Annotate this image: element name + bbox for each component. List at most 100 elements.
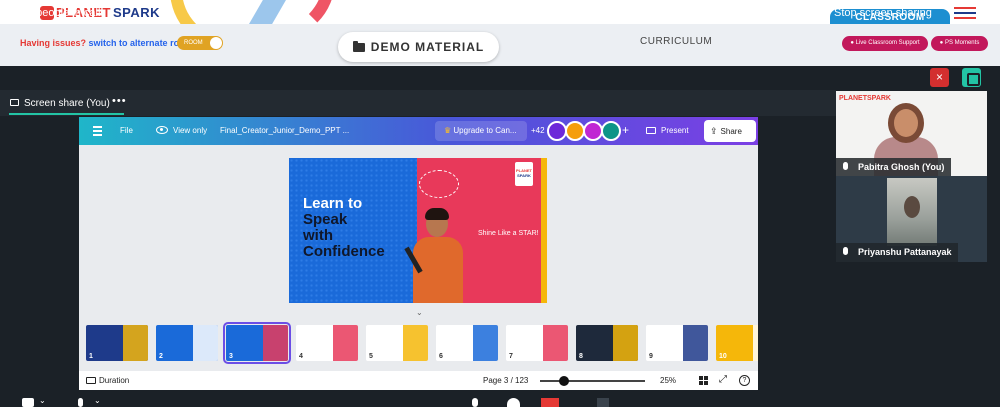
gear-icon[interactable]: ⚙ bbox=[9, 7, 19, 20]
slide-thumbnail[interactable]: 5 bbox=[366, 325, 428, 361]
slide-thumbnail[interactable]: 3 bbox=[223, 322, 291, 364]
view-only-label[interactable]: View only bbox=[173, 126, 207, 135]
present-label: Present bbox=[661, 126, 689, 135]
thumbnail-number: 10 bbox=[719, 353, 727, 360]
slide-title-line: Speak bbox=[303, 211, 348, 228]
slide-thumbnail[interactable]: 2 bbox=[156, 325, 218, 361]
thumbnail-accent bbox=[753, 325, 758, 361]
slide-logo: PLANET SPARK bbox=[515, 162, 533, 186]
microphone-icon bbox=[843, 162, 848, 170]
canva-bottom-bar: Duration Page 3 / 123 25% ⤢ ? bbox=[79, 371, 758, 390]
call-bar bbox=[0, 66, 1000, 90]
thumbnail-number: 4 bbox=[299, 353, 303, 360]
zoom-slider[interactable] bbox=[540, 380, 645, 382]
microphone-icon[interactable] bbox=[78, 398, 83, 407]
slide-thumbnail[interactable]: 1 bbox=[86, 325, 148, 361]
thumbnail-number: 5 bbox=[369, 353, 373, 360]
slide-thumbnail[interactable]: 10 bbox=[716, 325, 758, 361]
hamburger-menu-icon[interactable] bbox=[954, 7, 976, 19]
camera-icon[interactable] bbox=[22, 398, 34, 407]
thumbnail-number: 8 bbox=[579, 353, 583, 360]
thumbnail-accent bbox=[193, 325, 218, 361]
thumbnail-number: 9 bbox=[649, 353, 653, 360]
whiteboard-icon[interactable] bbox=[541, 398, 559, 407]
live-classroom-support-button[interactable]: ● Live Classroom Support bbox=[842, 36, 928, 51]
canva-toolbar: File View only Final_Creator_Junior_Demo… bbox=[79, 117, 758, 145]
upgrade-label: Upgrade to Can... bbox=[453, 126, 517, 135]
slide-title-line: Confidence bbox=[303, 243, 385, 260]
slide-title: Learn to Speak with Confidence bbox=[303, 196, 413, 260]
more-icon[interactable] bbox=[597, 398, 609, 407]
participant-name-text: Priyanshu Pattanayak bbox=[858, 247, 952, 257]
slide-logo-text: SPARK bbox=[517, 173, 531, 178]
thumbnail-accent bbox=[473, 325, 498, 361]
slide-title-line: Learn to bbox=[303, 195, 363, 212]
canva-menu-icon[interactable] bbox=[93, 126, 102, 138]
ps-moments-label: PS Moments bbox=[944, 40, 980, 46]
slide-thumbnail[interactable]: 7 bbox=[506, 325, 568, 361]
add-collaborator-icon[interactable]: + bbox=[622, 123, 629, 137]
share-label: Share bbox=[720, 127, 742, 136]
zoom-level: 25% bbox=[660, 376, 677, 385]
chevron-down-icon[interactable]: ⌄ bbox=[416, 308, 423, 317]
slide-thumbnail[interactable]: 8 bbox=[576, 325, 638, 361]
eye-icon bbox=[156, 126, 168, 134]
participant-name-text: Pabitra Ghosh (You) bbox=[858, 162, 945, 172]
current-slide[interactable]: Learn to Speak with Confidence Shine Lik… bbox=[289, 158, 547, 303]
stop-sharing-button[interactable]: × bbox=[930, 68, 949, 87]
duration-button[interactable]: Duration bbox=[99, 376, 129, 385]
slide-kid-image bbox=[404, 202, 469, 303]
fullscreen-icon[interactable]: ⤢ bbox=[719, 374, 727, 385]
thumbnail-accent bbox=[613, 325, 638, 361]
share-button[interactable]: ⇪ Share bbox=[704, 120, 756, 142]
collaborator-avatar[interactable] bbox=[601, 121, 621, 141]
popout-window-icon[interactable] bbox=[962, 68, 981, 87]
slide-doodle bbox=[419, 170, 459, 198]
thumbnail-number: 6 bbox=[439, 353, 443, 360]
slide-thumbnail[interactable]: 6 bbox=[436, 325, 498, 361]
collaborator-avatar[interactable] bbox=[565, 121, 585, 141]
slide-thumbnails: 1 2 3 4 5 6 7 8 9 10 bbox=[79, 321, 758, 369]
slide-thumbnail[interactable]: 9 bbox=[646, 325, 708, 361]
collaborator-avatar[interactable] bbox=[547, 121, 567, 141]
people-in-call: 2 people in call bbox=[27, 7, 101, 19]
chevron-down-icon[interactable]: ⌄ bbox=[39, 396, 46, 405]
thumbnail-number: 1 bbox=[89, 353, 93, 360]
collaborator-avatar[interactable] bbox=[583, 121, 603, 141]
thumbnail-accent bbox=[403, 325, 428, 361]
grid-view-icon[interactable] bbox=[699, 376, 708, 385]
zoom-slider-handle[interactable] bbox=[559, 376, 570, 386]
hand-raise-icon[interactable] bbox=[472, 398, 478, 407]
screen-share-label[interactable]: Screen share (You) bbox=[24, 98, 110, 109]
call-controls-bar bbox=[0, 392, 1000, 407]
slide-title-line: with bbox=[303, 227, 333, 244]
slide-tagline: Shine Like a STAR! bbox=[478, 230, 539, 237]
collaborator-count[interactable]: +42 bbox=[531, 126, 545, 135]
participant-video bbox=[887, 178, 937, 246]
chevron-down-icon[interactable]: ⌄ bbox=[94, 396, 101, 405]
thumbnail-accent bbox=[683, 325, 708, 361]
participant-name: Pabitra Ghosh (You) bbox=[836, 158, 951, 176]
slide-thumbnail[interactable]: 4 bbox=[296, 325, 358, 361]
demo-material-button[interactable]: DEMO MATERIAL bbox=[338, 32, 499, 62]
live-support-label: Live Classroom Support bbox=[855, 40, 920, 46]
room-toggle-label: ROOM bbox=[184, 40, 203, 46]
reactions-icon[interactable] bbox=[507, 398, 520, 407]
help-icon[interactable]: ? bbox=[739, 375, 750, 386]
upload-icon: ⇪ bbox=[710, 126, 718, 136]
present-button[interactable]: Present bbox=[642, 121, 698, 141]
room-toggle[interactable]: ROOM bbox=[177, 36, 223, 50]
more-options-icon[interactable]: ••• bbox=[112, 95, 127, 107]
issue-notice: Having issues? switch to alternate room bbox=[20, 38, 193, 48]
file-menu[interactable]: File bbox=[120, 126, 133, 135]
stop-sharing-label[interactable]: Stop screen sharing bbox=[834, 7, 932, 19]
present-icon bbox=[646, 127, 656, 134]
upgrade-button[interactable]: ♛ Upgrade to Can... bbox=[435, 121, 527, 141]
canva-viewer: File View only Final_Creator_Junior_Demo… bbox=[79, 117, 758, 390]
ps-moments-button[interactable]: ● PS Moments bbox=[931, 36, 988, 51]
curriculum-tab[interactable]: CURRICULUM bbox=[640, 36, 712, 47]
thumbnail-accent bbox=[333, 325, 358, 361]
document-title[interactable]: Final_Creator_Junior_Demo_PPT ... bbox=[220, 126, 349, 135]
thumbnail-accent bbox=[263, 325, 288, 361]
thumbnail-accent bbox=[123, 325, 148, 361]
